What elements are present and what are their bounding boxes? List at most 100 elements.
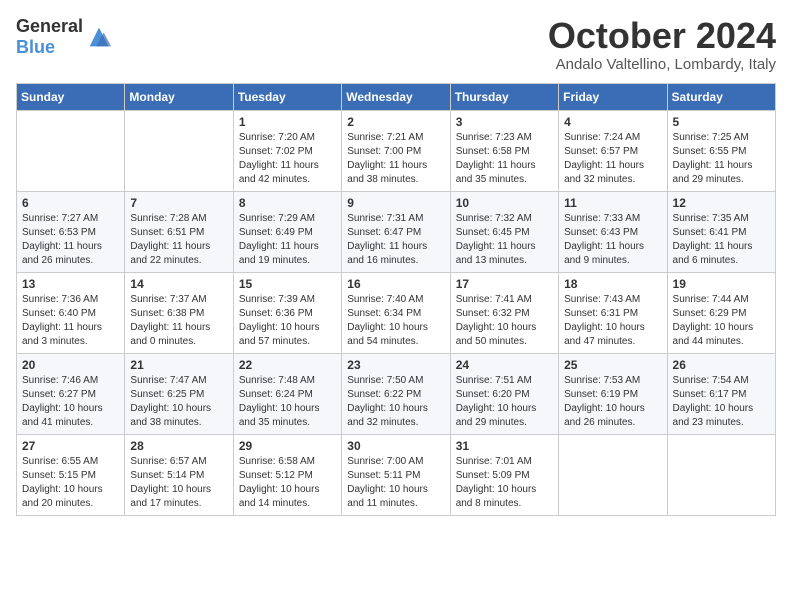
day-info: Sunrise: 7:37 AM Sunset: 6:38 PM Dayligh… xyxy=(130,293,227,349)
calendar-cell: 16Sunrise: 7:40 AM Sunset: 6:34 PM Dayli… xyxy=(342,272,450,353)
calendar-cell: 13 Sunrise: 7:36 AM Sunset: 6:40 PM Dayli… xyxy=(17,272,125,353)
calendar-cell: 1 Sunrise: 7:20 AM Sunset: 7:02 PM Daylig… xyxy=(233,110,341,191)
day-info: Sunrise: 7:33 AM Sunset: 6:43 PM Dayligh… xyxy=(564,212,661,268)
day-number: 27 xyxy=(22,439,119,453)
calendar-header: SundayMondayTuesdayWednesdayThursdayFrid… xyxy=(17,83,776,110)
logo: General Blue xyxy=(16,16,113,58)
day-info: Sunrise: 7:51 AM Sunset: 6:20 PM Dayligh… xyxy=(456,374,553,430)
day-number: 8 xyxy=(239,196,336,210)
calendar-cell: 25Sunrise: 7:53 AM Sunset: 6:19 PM Dayli… xyxy=(559,353,667,434)
calendar-cell: 12 Sunrise: 7:35 AM Sunset: 6:41 PM Dayli… xyxy=(667,191,775,272)
calendar-cell xyxy=(17,110,125,191)
day-info: Sunrise: 7:48 AM Sunset: 6:24 PM Dayligh… xyxy=(239,374,336,430)
title-block: October 2024 Andalo Valtellino, Lombardy… xyxy=(548,16,776,73)
location-title: Andalo Valtellino, Lombardy, Italy xyxy=(548,56,776,73)
day-info: Sunrise: 7:40 AM Sunset: 6:34 PM Dayligh… xyxy=(347,293,444,349)
calendar-cell: 7 Sunrise: 7:28 AM Sunset: 6:51 PM Daylig… xyxy=(125,191,233,272)
weekday-header-saturday: Saturday xyxy=(667,83,775,110)
day-number: 7 xyxy=(130,196,227,210)
day-number: 1 xyxy=(239,115,336,129)
day-number: 20 xyxy=(22,358,119,372)
day-info: Sunrise: 7:25 AM Sunset: 6:55 PM Dayligh… xyxy=(673,131,770,187)
logo-general: General xyxy=(16,16,83,36)
calendar-cell: 5Sunrise: 7:25 AM Sunset: 6:55 PM Daylig… xyxy=(667,110,775,191)
weekday-header-thursday: Thursday xyxy=(450,83,558,110)
day-info: Sunrise: 7:43 AM Sunset: 6:31 PM Dayligh… xyxy=(564,293,661,349)
day-number: 30 xyxy=(347,439,444,453)
day-info: Sunrise: 7:39 AM Sunset: 6:36 PM Dayligh… xyxy=(239,293,336,349)
day-info: Sunrise: 7:31 AM Sunset: 6:47 PM Dayligh… xyxy=(347,212,444,268)
calendar-cell: 31Sunrise: 7:01 AM Sunset: 5:09 PM Dayli… xyxy=(450,434,558,515)
day-number: 19 xyxy=(673,277,770,291)
weekday-header-sunday: Sunday xyxy=(17,83,125,110)
month-title: October 2024 xyxy=(548,16,776,56)
day-number: 24 xyxy=(456,358,553,372)
logo-icon xyxy=(85,23,113,51)
day-info: Sunrise: 7:36 AM Sunset: 6:40 PM Dayligh… xyxy=(22,293,119,349)
day-number: 23 xyxy=(347,358,444,372)
day-info: Sunrise: 7:54 AM Sunset: 6:17 PM Dayligh… xyxy=(673,374,770,430)
day-info: Sunrise: 7:00 AM Sunset: 5:11 PM Dayligh… xyxy=(347,455,444,511)
day-info: Sunrise: 7:32 AM Sunset: 6:45 PM Dayligh… xyxy=(456,212,553,268)
day-info: Sunrise: 7:41 AM Sunset: 6:32 PM Dayligh… xyxy=(456,293,553,349)
calendar-cell: 21Sunrise: 7:47 AM Sunset: 6:25 PM Dayli… xyxy=(125,353,233,434)
day-info: Sunrise: 7:20 AM Sunset: 7:02 PM Dayligh… xyxy=(239,131,336,187)
day-info: Sunrise: 7:24 AM Sunset: 6:57 PM Dayligh… xyxy=(564,131,661,187)
day-info: Sunrise: 7:23 AM Sunset: 6:58 PM Dayligh… xyxy=(456,131,553,187)
day-info: Sunrise: 6:58 AM Sunset: 5:12 PM Dayligh… xyxy=(239,455,336,511)
day-info: Sunrise: 7:27 AM Sunset: 6:53 PM Dayligh… xyxy=(22,212,119,268)
day-number: 15 xyxy=(239,277,336,291)
logo-blue: Blue xyxy=(16,37,55,57)
calendar-cell: 19Sunrise: 7:44 AM Sunset: 6:29 PM Dayli… xyxy=(667,272,775,353)
day-number: 12 xyxy=(673,196,770,210)
day-number: 4 xyxy=(564,115,661,129)
day-info: Sunrise: 7:29 AM Sunset: 6:49 PM Dayligh… xyxy=(239,212,336,268)
day-number: 29 xyxy=(239,439,336,453)
calendar-week-1: 1 Sunrise: 7:20 AM Sunset: 7:02 PM Daylig… xyxy=(17,110,776,191)
day-info: Sunrise: 7:28 AM Sunset: 6:51 PM Dayligh… xyxy=(130,212,227,268)
calendar-week-5: 27 Sunrise: 6:55 AM Sunset: 5:15 PM Dayli… xyxy=(17,434,776,515)
day-number: 26 xyxy=(673,358,770,372)
day-number: 10 xyxy=(456,196,553,210)
day-number: 2 xyxy=(347,115,444,129)
calendar-cell xyxy=(559,434,667,515)
calendar-cell: 22 Sunrise: 7:48 AM Sunset: 6:24 PM Dayli… xyxy=(233,353,341,434)
day-number: 31 xyxy=(456,439,553,453)
calendar-cell: 18 Sunrise: 7:43 AM Sunset: 6:31 PM Dayli… xyxy=(559,272,667,353)
day-number: 13 xyxy=(22,277,119,291)
day-number: 22 xyxy=(239,358,336,372)
weekday-header-wednesday: Wednesday xyxy=(342,83,450,110)
weekday-header-friday: Friday xyxy=(559,83,667,110)
calendar-cell: 28 Sunrise: 6:57 AM Sunset: 5:14 PM Dayli… xyxy=(125,434,233,515)
day-info: Sunrise: 6:55 AM Sunset: 5:15 PM Dayligh… xyxy=(22,455,119,511)
calendar-cell: 27 Sunrise: 6:55 AM Sunset: 5:15 PM Dayli… xyxy=(17,434,125,515)
calendar-cell: 14 Sunrise: 7:37 AM Sunset: 6:38 PM Dayli… xyxy=(125,272,233,353)
day-info: Sunrise: 7:35 AM Sunset: 6:41 PM Dayligh… xyxy=(673,212,770,268)
day-number: 17 xyxy=(456,277,553,291)
weekday-header-row: SundayMondayTuesdayWednesdayThursdayFrid… xyxy=(17,83,776,110)
day-info: Sunrise: 7:53 AM Sunset: 6:19 PM Dayligh… xyxy=(564,374,661,430)
day-number: 21 xyxy=(130,358,227,372)
calendar-cell: 23Sunrise: 7:50 AM Sunset: 6:22 PM Dayli… xyxy=(342,353,450,434)
logo-text: General Blue xyxy=(16,16,83,58)
calendar-cell: 17 Sunrise: 7:41 AM Sunset: 6:32 PM Dayli… xyxy=(450,272,558,353)
calendar-cell: 24 Sunrise: 7:51 AM Sunset: 6:20 PM Dayli… xyxy=(450,353,558,434)
calendar-cell: 10 Sunrise: 7:32 AM Sunset: 6:45 PM Dayli… xyxy=(450,191,558,272)
calendar-cell: 4 Sunrise: 7:24 AM Sunset: 6:57 PM Daylig… xyxy=(559,110,667,191)
calendar-cell xyxy=(125,110,233,191)
day-number: 6 xyxy=(22,196,119,210)
day-info: Sunrise: 6:57 AM Sunset: 5:14 PM Dayligh… xyxy=(130,455,227,511)
calendar-cell: 6 Sunrise: 7:27 AM Sunset: 6:53 PM Daylig… xyxy=(17,191,125,272)
calendar-cell: 11Sunrise: 7:33 AM Sunset: 6:43 PM Dayli… xyxy=(559,191,667,272)
day-number: 3 xyxy=(456,115,553,129)
calendar-cell: 9Sunrise: 7:31 AM Sunset: 6:47 PM Daylig… xyxy=(342,191,450,272)
calendar-cell: 3 Sunrise: 7:23 AM Sunset: 6:58 PM Daylig… xyxy=(450,110,558,191)
calendar-cell: 29 Sunrise: 6:58 AM Sunset: 5:12 PM Dayli… xyxy=(233,434,341,515)
calendar-week-2: 6 Sunrise: 7:27 AM Sunset: 6:53 PM Daylig… xyxy=(17,191,776,272)
calendar-cell xyxy=(667,434,775,515)
day-number: 18 xyxy=(564,277,661,291)
day-number: 28 xyxy=(130,439,227,453)
calendar-cell: 8 Sunrise: 7:29 AM Sunset: 6:49 PM Daylig… xyxy=(233,191,341,272)
day-number: 14 xyxy=(130,277,227,291)
calendar-cell: 15 Sunrise: 7:39 AM Sunset: 6:36 PM Dayli… xyxy=(233,272,341,353)
